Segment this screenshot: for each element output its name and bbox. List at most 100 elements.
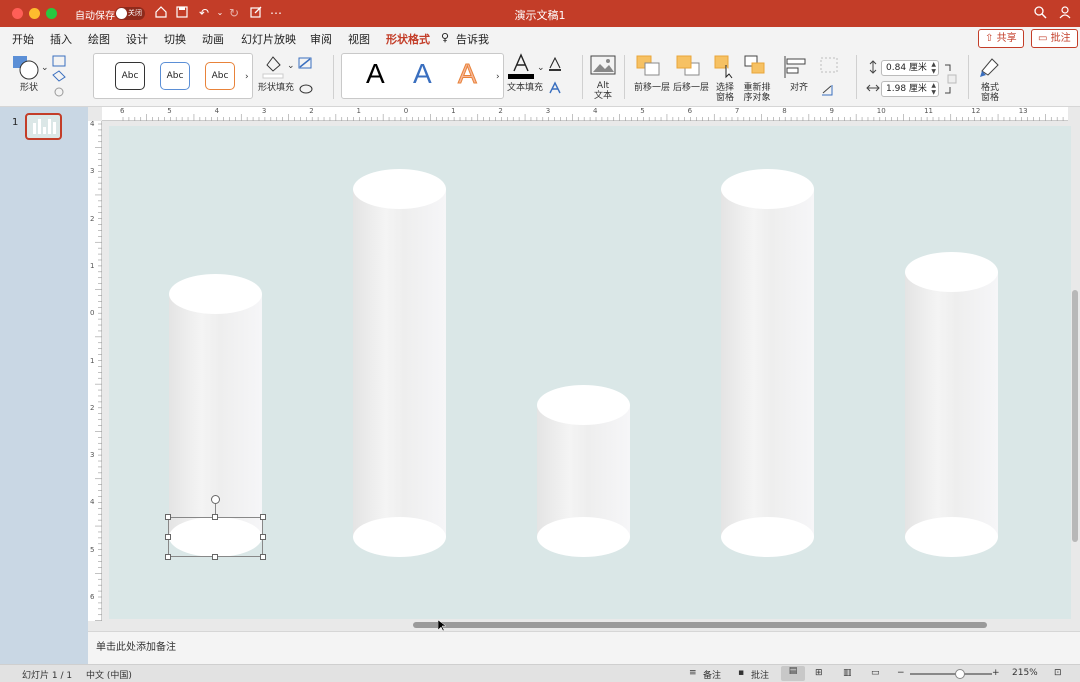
tab-slideshow[interactable]: 幻灯片放映 — [241, 31, 296, 47]
autosave-label: 自动保存 — [75, 11, 115, 22]
cylinder-shape[interactable] — [537, 385, 630, 557]
reorder-objects-icon[interactable] — [744, 55, 768, 82]
tab-home[interactable]: 开始 — [12, 31, 34, 47]
fit-to-window-icon[interactable]: ⊡ — [1054, 668, 1062, 678]
resize-handle[interactable] — [165, 534, 171, 540]
minimize-window-button[interactable] — [29, 8, 40, 19]
redo-icon[interactable]: ↻ — [226, 5, 242, 21]
bring-forward-icon[interactable] — [636, 55, 662, 82]
zoom-in-icon[interactable]: + — [992, 668, 1000, 678]
cylinder-shape[interactable] — [905, 252, 998, 557]
tab-shape-format[interactable]: 形状格式 — [386, 31, 430, 51]
vertical-scrollbar[interactable] — [1072, 290, 1078, 542]
more-icon[interactable]: ⋯ — [268, 5, 284, 21]
zoom-slider[interactable] — [910, 673, 992, 675]
tab-view[interactable]: 视图 — [348, 31, 370, 47]
alt-text-icon[interactable] — [590, 55, 616, 80]
text-fill-icon[interactable] — [508, 53, 534, 84]
group-icon[interactable] — [820, 57, 838, 76]
shape-style-orange[interactable]: Abc — [205, 62, 235, 90]
send-backward-label: 后移一层 — [673, 83, 710, 93]
edit-shape-icon[interactable] — [52, 55, 74, 100]
slide-counter: 幻灯片 1 / 1 — [22, 671, 73, 681]
gallery-more-icon[interactable]: › — [245, 72, 249, 82]
comments-toggle-icon[interactable]: ▪ — [738, 668, 744, 678]
wordart-black[interactable]: A — [366, 58, 385, 90]
shapes-dropdown-icon[interactable]: ⌄ — [41, 63, 49, 73]
comments-toggle[interactable]: 批注 — [751, 668, 769, 681]
search-icon[interactable] — [1032, 5, 1048, 21]
slideshow-icon[interactable]: ▭ — [871, 668, 880, 678]
tell-me[interactable]: 告诉我 — [456, 31, 489, 47]
shape-style-dark[interactable]: Abc — [115, 62, 145, 90]
tab-transitions[interactable]: 切换 — [164, 31, 186, 47]
tab-draw[interactable]: 绘图 — [88, 31, 110, 47]
slide-sorter-icon[interactable]: ⊞ — [815, 668, 823, 678]
rotate-handle-icon[interactable] — [211, 495, 220, 504]
text-effects-icon[interactable] — [548, 81, 562, 98]
ruler-tick-label: 6 — [120, 107, 125, 115]
comments-button[interactable]: ▭ 批注 — [1031, 29, 1078, 48]
shapes-icon[interactable] — [12, 55, 42, 84]
resize-handle[interactable] — [260, 554, 266, 560]
align-icon[interactable] — [783, 55, 809, 82]
lock-aspect-icon[interactable] — [944, 63, 958, 98]
wordart-orange[interactable]: A — [458, 58, 478, 90]
cylinder-shape[interactable] — [353, 169, 446, 557]
tab-review[interactable]: 审阅 — [310, 31, 332, 47]
zoom-slider-thumb[interactable] — [955, 669, 965, 679]
notes-pane[interactable]: 单击此处添加备注 — [88, 631, 1080, 664]
zoom-level[interactable]: 215% — [1012, 668, 1038, 678]
resize-handle[interactable] — [165, 514, 171, 520]
close-window-button[interactable] — [12, 8, 23, 19]
edit-icon[interactable] — [248, 5, 264, 21]
shape-effects-icon[interactable] — [299, 83, 313, 98]
language-indicator[interactable]: 中文 (中国) — [86, 668, 132, 681]
horizontal-scrollbar[interactable] — [413, 622, 987, 628]
text-outline-icon[interactable] — [548, 56, 562, 74]
notes-toggle-icon[interactable]: ≡ — [689, 668, 697, 678]
selection-frame — [168, 517, 263, 557]
wordart-blue[interactable]: A — [413, 58, 432, 90]
slide-thumbnail[interactable] — [25, 113, 62, 140]
ruler-tick-label: 2 — [90, 403, 95, 412]
autosave-toggle[interactable]: 关闭 — [115, 7, 145, 20]
resize-handle[interactable] — [212, 514, 218, 520]
resize-handle[interactable] — [260, 534, 266, 540]
shape-style-blue[interactable]: Abc — [160, 62, 190, 90]
tab-insert[interactable]: 插入 — [50, 31, 72, 47]
resize-handle[interactable] — [165, 554, 171, 560]
tab-animations[interactable]: 动画 — [202, 31, 224, 47]
text-fill-dropdown-icon[interactable]: ⌄ — [537, 63, 545, 73]
resize-handle[interactable] — [260, 514, 266, 520]
shape-fill-icon[interactable] — [262, 53, 284, 82]
maximize-window-button[interactable] — [46, 8, 57, 19]
cylinder-shape[interactable] — [721, 169, 814, 557]
shape-fill-label: 形状填充 — [258, 83, 295, 93]
bring-forward-label: 前移一层 — [634, 83, 671, 93]
wordart-more-icon[interactable]: › — [496, 72, 500, 82]
fill-dropdown-icon[interactable]: ⌄ — [287, 61, 295, 71]
zoom-out-icon[interactable]: − — [897, 668, 905, 678]
height-stepper-icon[interactable]: ▲ ▼ — [931, 61, 936, 75]
width-stepper-icon[interactable]: ▲ ▼ — [931, 82, 936, 96]
format-pane-icon[interactable] — [978, 55, 1002, 82]
menu-tabs: 开始 插入 绘图 设计 切换 动画 幻灯片放映 审阅 视图 形状格式 ♀ 告诉我… — [0, 27, 1080, 51]
normal-view-icon[interactable]: ▤ — [781, 666, 805, 681]
notes-toggle[interactable]: 备注 — [703, 668, 721, 681]
height-field[interactable]: 0.84 厘米 ▲ ▼ — [881, 60, 939, 76]
shape-outline-icon[interactable] — [298, 57, 314, 72]
resize-handle[interactable] — [212, 554, 218, 560]
undo-icon[interactable]: ↶ — [196, 5, 212, 21]
tab-design[interactable]: 设计 — [126, 31, 148, 47]
share-button[interactable]: ⇧ 共享 — [978, 29, 1024, 48]
account-icon[interactable] — [1058, 5, 1074, 21]
home-icon[interactable] — [153, 5, 169, 21]
send-backward-icon[interactable] — [676, 55, 702, 82]
reading-view-icon[interactable]: ▥ — [843, 668, 852, 678]
share-icon: ⇧ — [985, 33, 994, 44]
width-field[interactable]: 1.98 厘米 ▲ ▼ — [881, 81, 939, 97]
rotate-icon[interactable] — [820, 83, 838, 100]
selection-pane-icon[interactable] — [714, 55, 738, 82]
save-icon[interactable] — [174, 5, 190, 21]
